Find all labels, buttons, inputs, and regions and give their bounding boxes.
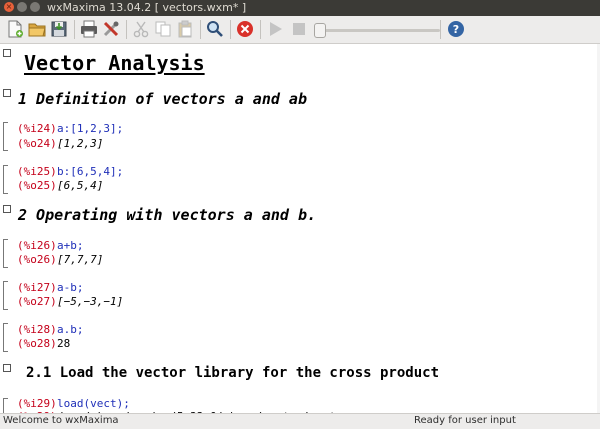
print-icon[interactable]: [80, 20, 98, 38]
play-icon[interactable]: [266, 20, 284, 38]
find-icon[interactable]: [206, 20, 224, 38]
input-label: (%i24): [17, 122, 57, 135]
stop-icon[interactable]: [290, 20, 308, 38]
cell-toggle-box[interactable]: [3, 364, 11, 372]
input-text[interactable]: a-b;: [57, 281, 84, 294]
output-label: (%o26): [17, 253, 57, 266]
input-text[interactable]: load(vect);: [57, 397, 130, 410]
output-text: [−5,−3,−1]: [57, 295, 124, 308]
input-text[interactable]: a.b;: [57, 323, 84, 336]
preferences-icon[interactable]: [102, 20, 120, 38]
cell-bracket[interactable]: [3, 323, 8, 352]
input-text[interactable]: a:[1,2,3];: [57, 122, 123, 135]
document-title[interactable]: Vector Analysis: [24, 51, 205, 75]
cell-toggle-box[interactable]: [3, 205, 11, 213]
input-text[interactable]: b:[6,5,4];: [57, 165, 123, 178]
cell-bracket[interactable]: [3, 165, 8, 194]
cell-toggle-box[interactable]: [3, 89, 11, 97]
input-label: (%i25): [17, 165, 57, 178]
title-bar: × wxMaxima 13.04.2 [ vectors.wxm* ]: [0, 0, 600, 16]
section-heading[interactable]: 2 Operating with vectors a and b.: [18, 206, 316, 224]
animation-slider-handle[interactable]: [314, 23, 326, 38]
input-label: (%i29): [17, 397, 57, 410]
window-title: wxMaxima 13.04.2 [ vectors.wxm* ]: [47, 1, 247, 14]
cell-toggle-box[interactable]: [3, 49, 11, 57]
output-label: (%o28): [17, 337, 57, 350]
cut-icon[interactable]: [132, 20, 150, 38]
interrupt-icon[interactable]: [236, 20, 254, 38]
animation-slider-track[interactable]: [320, 29, 440, 32]
save-icon[interactable]: [50, 20, 68, 38]
toolbar: ?: [0, 16, 600, 44]
status-message: Welcome to wxMaxima: [3, 415, 119, 426]
paste-icon[interactable]: [176, 20, 194, 38]
output-text: 28: [57, 337, 71, 350]
input-label: (%i27): [17, 281, 57, 294]
output-label: (%o24): [17, 137, 57, 150]
output-text: [1,2,3]: [57, 137, 104, 150]
new-icon[interactable]: [6, 20, 24, 38]
help-icon[interactable]: ?: [447, 20, 465, 38]
output-label: (%o25): [17, 179, 57, 192]
cell-bracket[interactable]: [3, 281, 8, 310]
cell-bracket[interactable]: [3, 122, 8, 151]
copy-icon[interactable]: [154, 20, 172, 38]
input-label: (%i28): [17, 323, 57, 336]
close-icon[interactable]: ×: [4, 2, 14, 12]
output-text: [6,5,4]: [57, 179, 104, 192]
input-text[interactable]: a+b;: [57, 239, 84, 252]
cell-bracket[interactable]: [3, 239, 8, 268]
subsection-heading[interactable]: 2.1 Load the vector library for the cros…: [26, 365, 439, 381]
maximize-icon[interactable]: [30, 2, 40, 12]
status-bar: Welcome to wxMaxima Ready for user input: [0, 413, 600, 429]
output-label: (%o27): [17, 295, 57, 308]
minimize-icon[interactable]: [17, 2, 27, 12]
open-icon[interactable]: [28, 20, 46, 38]
input-label: (%i26): [17, 239, 57, 252]
output-text: [7,7,7]: [57, 253, 104, 266]
svg-text:?: ?: [453, 23, 459, 36]
status-state: Ready for user input: [414, 415, 516, 426]
section-heading[interactable]: 1 Definition of vectors a and ab: [18, 90, 307, 108]
